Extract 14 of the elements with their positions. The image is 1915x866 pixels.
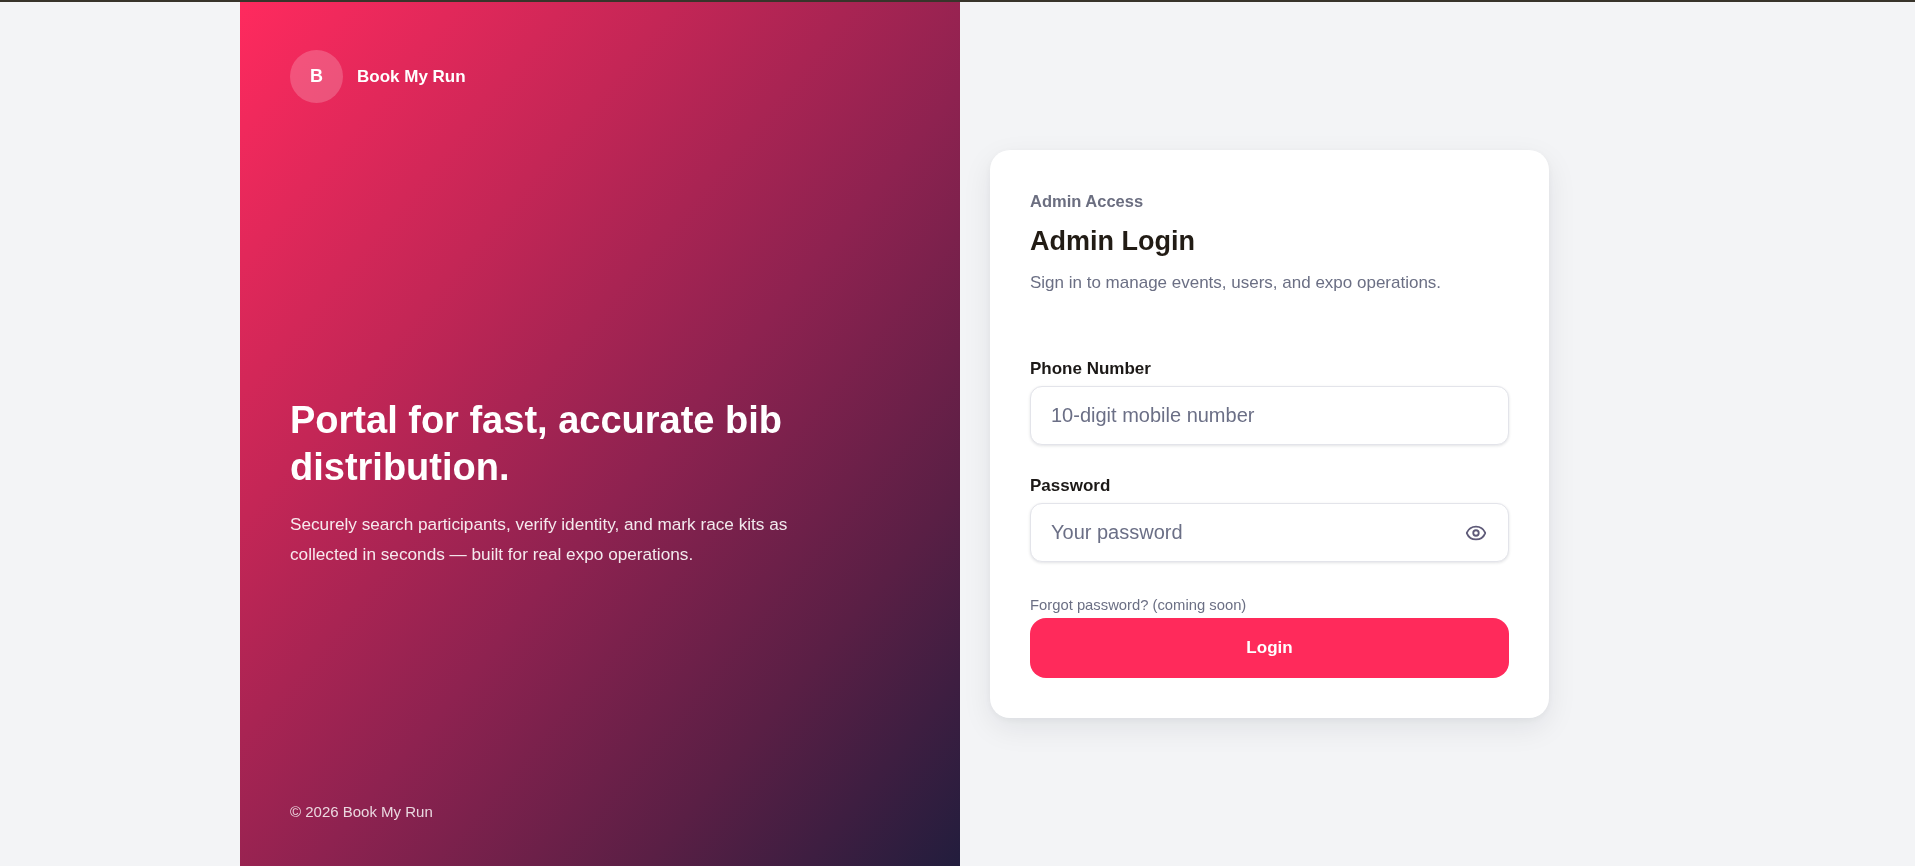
brand-logo: B [290,50,343,103]
copyright-text: © 2026 Book My Run [290,803,433,820]
card-title: Admin Login [1030,225,1195,258]
hero-description: Securely search participants, verify identity, and mark race kits as collected in seconds — built for real expo operations. [290,513,789,566]
forgot-password-link[interactable]: Forgot password? (coming soon) [1030,596,1247,614]
hero-headline: Portal for fast, accurate bib distribution. [290,398,783,490]
login-button[interactable]: Login [1030,618,1509,678]
phone-input[interactable]: 10-digit mobile number [1030,386,1509,445]
brand-name: Book My Run [357,66,466,87]
field-label: Phone Number [1030,358,1151,380]
card-subtitle: Sign in to manage events, users, and expo operations. [1030,272,1442,294]
card-eyebrow: Admin Access [1030,191,1144,212]
password-input[interactable]: Your password [1030,503,1509,562]
field-label: Password [1030,475,1111,497]
